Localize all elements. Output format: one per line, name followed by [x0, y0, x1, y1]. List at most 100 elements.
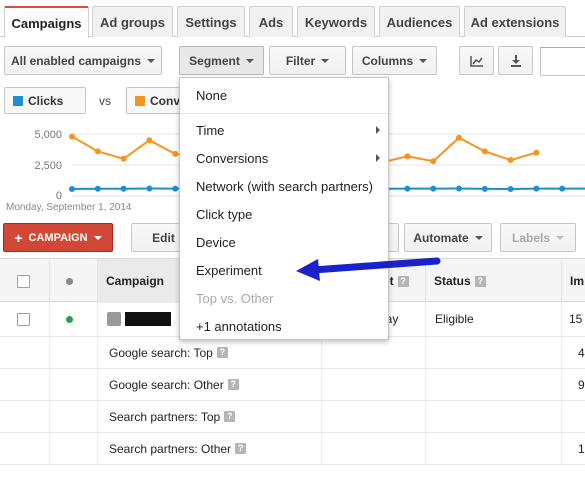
segment-cell — [322, 337, 426, 368]
data-point-conv-13[interactable] — [404, 153, 411, 160]
header-status[interactable]: Status ? — [426, 259, 562, 303]
chevron-down-icon — [419, 58, 428, 63]
segment-row: Google search: Top? 4 — [0, 337, 585, 369]
row-impressions-value: 15 — [569, 312, 583, 326]
segment-cell: Google search: Top? — [98, 337, 322, 368]
help-icon[interactable]: ? — [474, 275, 486, 287]
segment-cell — [426, 401, 562, 432]
segment-menu-item-conversions[interactable]: Conversions — [180, 144, 388, 172]
header-status-label: Status — [434, 274, 471, 288]
filter-button[interactable]: Filter — [269, 46, 346, 75]
segment-row: Google search: Other? 9 — [0, 369, 585, 401]
data-point-clicks-16[interactable] — [481, 185, 488, 192]
help-icon[interactable]: ? — [216, 347, 228, 358]
data-point-conv-4[interactable] — [172, 150, 179, 157]
search-input[interactable] — [540, 47, 585, 76]
tab-bar: Campaigns Ad groups Settings Ads Keyword… — [0, 0, 585, 38]
primary-metric-selector[interactable]: Clicks — [4, 87, 86, 114]
graph-toggle-button[interactable] — [459, 46, 494, 75]
labels-label: Labels — [511, 230, 550, 245]
enabled-status-icon — [66, 315, 73, 323]
segment-menu-item-device[interactable]: Device — [180, 228, 388, 256]
segment-menu-item-network-with-search-partners[interactable]: Network (with search partners) — [180, 172, 388, 200]
labels-button[interactable]: Labels — [500, 223, 576, 252]
plus-icon: + — [14, 229, 23, 246]
data-point-conv-18[interactable] — [533, 149, 540, 156]
segment-row: Search partners: Top? — [0, 401, 585, 433]
data-point-clicks-15[interactable] — [456, 185, 462, 192]
tab-ad-extensions[interactable]: Ad extensions — [464, 6, 566, 37]
data-point-clicks-0[interactable] — [69, 186, 75, 193]
data-point-clicks-3[interactable] — [146, 185, 153, 192]
download-button[interactable] — [498, 46, 533, 75]
chevron-down-icon — [474, 235, 483, 240]
data-point-conv-16[interactable] — [481, 148, 488, 155]
segment-row: Search partners: Other? 1 — [0, 433, 585, 465]
tab-ad-groups[interactable]: Ad groups — [92, 6, 173, 37]
data-point-conv-2[interactable] — [120, 155, 127, 162]
segment-cell: 4 — [562, 337, 585, 368]
data-point-conv-17[interactable] — [507, 157, 514, 164]
data-point-clicks-2[interactable] — [120, 185, 127, 192]
tab-settings[interactable]: Settings — [177, 6, 245, 37]
segment-cell — [0, 369, 50, 400]
primary-metric-label: Clicks — [28, 93, 64, 108]
label-tag-icon[interactable] — [107, 312, 121, 326]
segment-menu-item-time[interactable]: Time — [180, 116, 388, 144]
data-point-clicks-18[interactable] — [533, 185, 540, 192]
data-point-clicks-1[interactable] — [94, 185, 101, 192]
segment-row-impressions: 1 — [578, 441, 585, 456]
row-checkbox[interactable] — [17, 312, 30, 326]
data-point-conv-14[interactable] — [430, 158, 437, 165]
segment-row-label: Google search: Other — [109, 377, 224, 392]
data-point-conv-3[interactable] — [146, 137, 153, 144]
segment-row-impressions: 9 — [578, 377, 585, 392]
segment-cell — [562, 401, 585, 432]
help-icon[interactable]: ? — [235, 443, 247, 454]
segment-menu-item-1-annotations[interactable]: +1 annotations — [180, 312, 388, 340]
campaign-filter-dropdown[interactable]: All enabled campaigns — [4, 46, 162, 75]
chevron-down-icon — [93, 235, 102, 240]
help-icon[interactable]: ? — [224, 411, 236, 422]
select-all-checkbox[interactable] — [17, 274, 30, 288]
campaign-filter-label: All enabled campaigns — [10, 53, 142, 68]
data-point-clicks-13[interactable] — [404, 185, 411, 192]
segment-cell — [426, 337, 562, 368]
header-impressions[interactable]: Im — [562, 259, 585, 303]
data-point-conv-0[interactable] — [69, 133, 75, 140]
tab-audiences[interactable]: Audiences — [379, 6, 460, 37]
redacted-campaign-name[interactable] — [125, 312, 171, 326]
help-icon[interactable]: ? — [397, 275, 409, 287]
segment-cell — [426, 433, 562, 464]
add-campaign-label: CAMPAIGN — [28, 231, 88, 244]
segment-menu-item-top-vs-other: Top vs. Other — [180, 284, 388, 312]
data-point-conv-15[interactable] — [456, 134, 462, 141]
help-icon[interactable]: ? — [227, 379, 239, 390]
data-point-clicks-17[interactable] — [507, 186, 514, 193]
status-dot-icon — [66, 277, 73, 285]
segment-menu-item-none[interactable]: None — [180, 81, 388, 109]
automate-label: Automate — [413, 230, 469, 245]
row-status-value: Eligible — [435, 312, 474, 326]
clicks-swatch — [13, 95, 23, 106]
tab-keywords[interactable]: Keywords — [297, 6, 375, 37]
data-point-clicks-14[interactable] — [430, 185, 437, 192]
tab-campaigns[interactable]: Campaigns — [4, 6, 89, 38]
segment-button[interactable]: Segment — [179, 46, 264, 75]
tab-ads[interactable]: Ads — [249, 6, 293, 37]
segment-menu-item-label: Device — [196, 234, 236, 250]
data-point-conv-1[interactable] — [94, 148, 101, 155]
data-point-clicks-4[interactable] — [172, 185, 179, 192]
chevron-down-icon — [245, 58, 254, 63]
segment-menu-item-experiment[interactable]: Experiment — [180, 256, 388, 284]
add-campaign-button[interactable]: + CAMPAIGN — [3, 223, 113, 252]
segment-menu-item-label: Click type — [196, 206, 253, 222]
segment-cell: 9 — [562, 369, 585, 400]
automate-button[interactable]: Automate — [404, 223, 492, 252]
row-status-text-cell: Eligible — [426, 302, 562, 336]
segment-cell — [50, 337, 98, 368]
columns-button[interactable]: Columns — [352, 46, 437, 75]
segment-menu-item-click-type[interactable]: Click type — [180, 200, 388, 228]
data-point-clicks-19[interactable] — [559, 185, 566, 192]
chevron-down-icon — [321, 58, 330, 63]
